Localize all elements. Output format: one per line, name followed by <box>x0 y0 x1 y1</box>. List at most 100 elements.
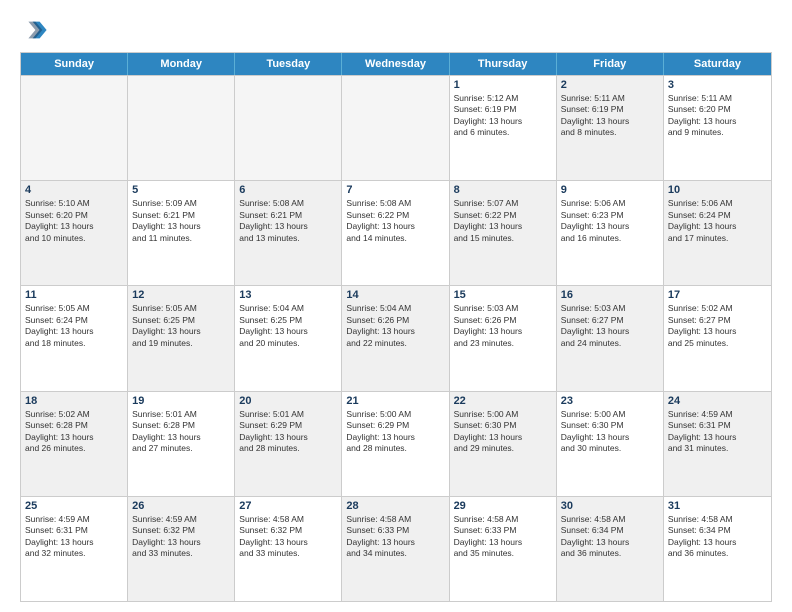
calendar-cell-day-24: 24Sunrise: 4:59 AM Sunset: 6:31 PM Dayli… <box>664 392 771 496</box>
day-info: Sunrise: 4:58 AM Sunset: 6:33 PM Dayligh… <box>346 514 444 560</box>
header-day-wednesday: Wednesday <box>342 53 449 75</box>
calendar-row-1: 1 Sunrise: 5:12 AM Sunset: 6:19 PM Daylig… <box>21 75 771 180</box>
calendar-cell-day-2: 2Sunrise: 5:11 AM Sunset: 6:19 PM Daylig… <box>557 76 664 180</box>
day-info: Sunrise: 5:09 AM Sunset: 6:21 PM Dayligh… <box>132 198 230 244</box>
calendar-cell-day-27: 27 Sunrise: 4:58 AM Sunset: 6:32 PM Dayli… <box>235 497 342 601</box>
day-info: Sunrise: 4:58 AM Sunset: 6:33 PM Dayligh… <box>454 514 552 560</box>
day-info: Sunrise: 5:11 AM Sunset: 6:20 PM Dayligh… <box>668 93 767 139</box>
day-number: 6 <box>239 184 337 196</box>
day-number: 23 <box>561 395 659 407</box>
day-number: 15 <box>454 289 552 301</box>
day-info: Sunrise: 5:08 AM Sunset: 6:22 PM Dayligh… <box>346 198 444 244</box>
calendar-cell-day-29: 29 Sunrise: 4:58 AM Sunset: 6:33 PM Dayli… <box>450 497 557 601</box>
calendar-cell-day-15: 15 Sunrise: 5:03 AM Sunset: 6:26 PM Dayli… <box>450 286 557 390</box>
calendar-header: SundayMondayTuesdayWednesdayThursdayFrid… <box>21 53 771 75</box>
day-number: 21 <box>346 395 444 407</box>
day-info: Sunrise: 5:02 AM Sunset: 6:28 PM Dayligh… <box>25 409 123 455</box>
calendar-cell-day-6: 6 Sunrise: 5:08 AM Sunset: 6:21 PM Daylig… <box>235 181 342 285</box>
calendar-cell-day-10: 10 Sunrise: 5:06 AM Sunset: 6:24 PM Dayli… <box>664 181 771 285</box>
logo-icon <box>20 16 48 44</box>
day-info: Sunrise: 5:04 AM Sunset: 6:25 PM Dayligh… <box>239 303 337 349</box>
calendar-cell-day-11: 11 Sunrise: 5:05 AM Sunset: 6:24 PM Dayli… <box>21 286 128 390</box>
day-number: 7 <box>346 184 444 196</box>
day-info: Sunrise: 4:58 AM Sunset: 6:34 PM Dayligh… <box>668 514 767 560</box>
calendar-cell-day-14: 14 Sunrise: 5:04 AM Sunset: 6:26 PM Dayli… <box>342 286 449 390</box>
day-info: Sunrise: 5:00 AM Sunset: 6:30 PM Dayligh… <box>561 409 659 455</box>
header-day-thursday: Thursday <box>450 53 557 75</box>
day-number: 17 <box>668 289 767 301</box>
header-day-friday: Friday <box>557 53 664 75</box>
day-info: Sunrise: 5:12 AM Sunset: 6:19 PM Dayligh… <box>454 93 552 139</box>
day-number: 9 <box>561 184 659 196</box>
calendar-cell-day-5: 5 Sunrise: 5:09 AM Sunset: 6:21 PM Daylig… <box>128 181 235 285</box>
calendar-cell-day-3: 3Sunrise: 5:11 AM Sunset: 6:20 PM Daylig… <box>664 76 771 180</box>
day-number: 16 <box>561 289 659 301</box>
day-number: 5 <box>132 184 230 196</box>
day-info: Sunrise: 5:06 AM Sunset: 6:23 PM Dayligh… <box>561 198 659 244</box>
calendar-cell-empty <box>128 76 235 180</box>
day-number: 18 <box>25 395 123 407</box>
day-info: Sunrise: 5:05 AM Sunset: 6:24 PM Dayligh… <box>25 303 123 349</box>
logo <box>20 16 52 44</box>
day-info: Sunrise: 5:01 AM Sunset: 6:29 PM Dayligh… <box>239 409 337 455</box>
calendar: SundayMondayTuesdayWednesdayThursdayFrid… <box>20 52 772 602</box>
day-number: 28 <box>346 500 444 512</box>
calendar-cell-day-9: 9 Sunrise: 5:06 AM Sunset: 6:23 PM Daylig… <box>557 181 664 285</box>
calendar-cell-day-18: 18 Sunrise: 5:02 AM Sunset: 6:28 PM Dayli… <box>21 392 128 496</box>
calendar-row-5: 25 Sunrise: 4:59 AM Sunset: 6:31 PM Dayli… <box>21 496 771 601</box>
day-info: Sunrise: 5:01 AM Sunset: 6:28 PM Dayligh… <box>132 409 230 455</box>
calendar-row-3: 11 Sunrise: 5:05 AM Sunset: 6:24 PM Dayli… <box>21 285 771 390</box>
calendar-cell-empty <box>21 76 128 180</box>
day-number: 10 <box>668 184 767 196</box>
day-info: Sunrise: 4:59 AM Sunset: 6:31 PM Dayligh… <box>25 514 123 560</box>
calendar-cell-day-20: 20 Sunrise: 5:01 AM Sunset: 6:29 PM Dayli… <box>235 392 342 496</box>
day-number: 12 <box>132 289 230 301</box>
calendar-cell-empty <box>235 76 342 180</box>
day-number: 1 <box>454 79 552 91</box>
day-info: Sunrise: 5:04 AM Sunset: 6:26 PM Dayligh… <box>346 303 444 349</box>
day-number: 11 <box>25 289 123 301</box>
day-number: 26 <box>132 500 230 512</box>
calendar-cell-day-16: 16 Sunrise: 5:03 AM Sunset: 6:27 PM Dayli… <box>557 286 664 390</box>
day-number: 27 <box>239 500 337 512</box>
header-day-monday: Monday <box>128 53 235 75</box>
calendar-cell-day-4: 4Sunrise: 5:10 AM Sunset: 6:20 PM Daylig… <box>21 181 128 285</box>
header-day-tuesday: Tuesday <box>235 53 342 75</box>
calendar-body: 1 Sunrise: 5:12 AM Sunset: 6:19 PM Daylig… <box>21 75 771 601</box>
calendar-row-2: 4Sunrise: 5:10 AM Sunset: 6:20 PM Daylig… <box>21 180 771 285</box>
day-info: Sunrise: 5:00 AM Sunset: 6:29 PM Dayligh… <box>346 409 444 455</box>
calendar-cell-day-25: 25 Sunrise: 4:59 AM Sunset: 6:31 PM Dayli… <box>21 497 128 601</box>
day-info: Sunrise: 5:07 AM Sunset: 6:22 PM Dayligh… <box>454 198 552 244</box>
day-info: Sunrise: 5:03 AM Sunset: 6:26 PM Dayligh… <box>454 303 552 349</box>
day-info: Sunrise: 5:10 AM Sunset: 6:20 PM Dayligh… <box>25 198 123 244</box>
day-info: Sunrise: 5:05 AM Sunset: 6:25 PM Dayligh… <box>132 303 230 349</box>
header-day-saturday: Saturday <box>664 53 771 75</box>
calendar-cell-day-19: 19 Sunrise: 5:01 AM Sunset: 6:28 PM Dayli… <box>128 392 235 496</box>
day-info: Sunrise: 4:58 AM Sunset: 6:32 PM Dayligh… <box>239 514 337 560</box>
calendar-cell-day-28: 28 Sunrise: 4:58 AM Sunset: 6:33 PM Dayli… <box>342 497 449 601</box>
calendar-cell-day-31: 31 Sunrise: 4:58 AM Sunset: 6:34 PM Dayli… <box>664 497 771 601</box>
day-number: 19 <box>132 395 230 407</box>
day-number: 14 <box>346 289 444 301</box>
calendar-cell-day-30: 30Sunrise: 4:58 AM Sunset: 6:34 PM Dayli… <box>557 497 664 601</box>
calendar-cell-day-8: 8 Sunrise: 5:07 AM Sunset: 6:22 PM Daylig… <box>450 181 557 285</box>
day-number: 25 <box>25 500 123 512</box>
day-info: Sunrise: 5:02 AM Sunset: 6:27 PM Dayligh… <box>668 303 767 349</box>
calendar-cell-day-23: 23 Sunrise: 5:00 AM Sunset: 6:30 PM Dayli… <box>557 392 664 496</box>
day-number: 31 <box>668 500 767 512</box>
day-info: Sunrise: 4:59 AM Sunset: 6:31 PM Dayligh… <box>668 409 767 455</box>
day-number: 29 <box>454 500 552 512</box>
calendar-cell-day-21: 21 Sunrise: 5:00 AM Sunset: 6:29 PM Dayli… <box>342 392 449 496</box>
day-info: Sunrise: 5:06 AM Sunset: 6:24 PM Dayligh… <box>668 198 767 244</box>
calendar-cell-empty <box>342 76 449 180</box>
day-info: Sunrise: 4:59 AM Sunset: 6:32 PM Dayligh… <box>132 514 230 560</box>
day-info: Sunrise: 5:00 AM Sunset: 6:30 PM Dayligh… <box>454 409 552 455</box>
header <box>20 16 772 44</box>
calendar-cell-day-22: 22Sunrise: 5:00 AM Sunset: 6:30 PM Dayli… <box>450 392 557 496</box>
page: SundayMondayTuesdayWednesdayThursdayFrid… <box>0 0 792 612</box>
calendar-row-4: 18 Sunrise: 5:02 AM Sunset: 6:28 PM Dayli… <box>21 391 771 496</box>
day-number: 20 <box>239 395 337 407</box>
day-info: Sunrise: 5:03 AM Sunset: 6:27 PM Dayligh… <box>561 303 659 349</box>
day-number: 8 <box>454 184 552 196</box>
day-info: Sunrise: 5:08 AM Sunset: 6:21 PM Dayligh… <box>239 198 337 244</box>
